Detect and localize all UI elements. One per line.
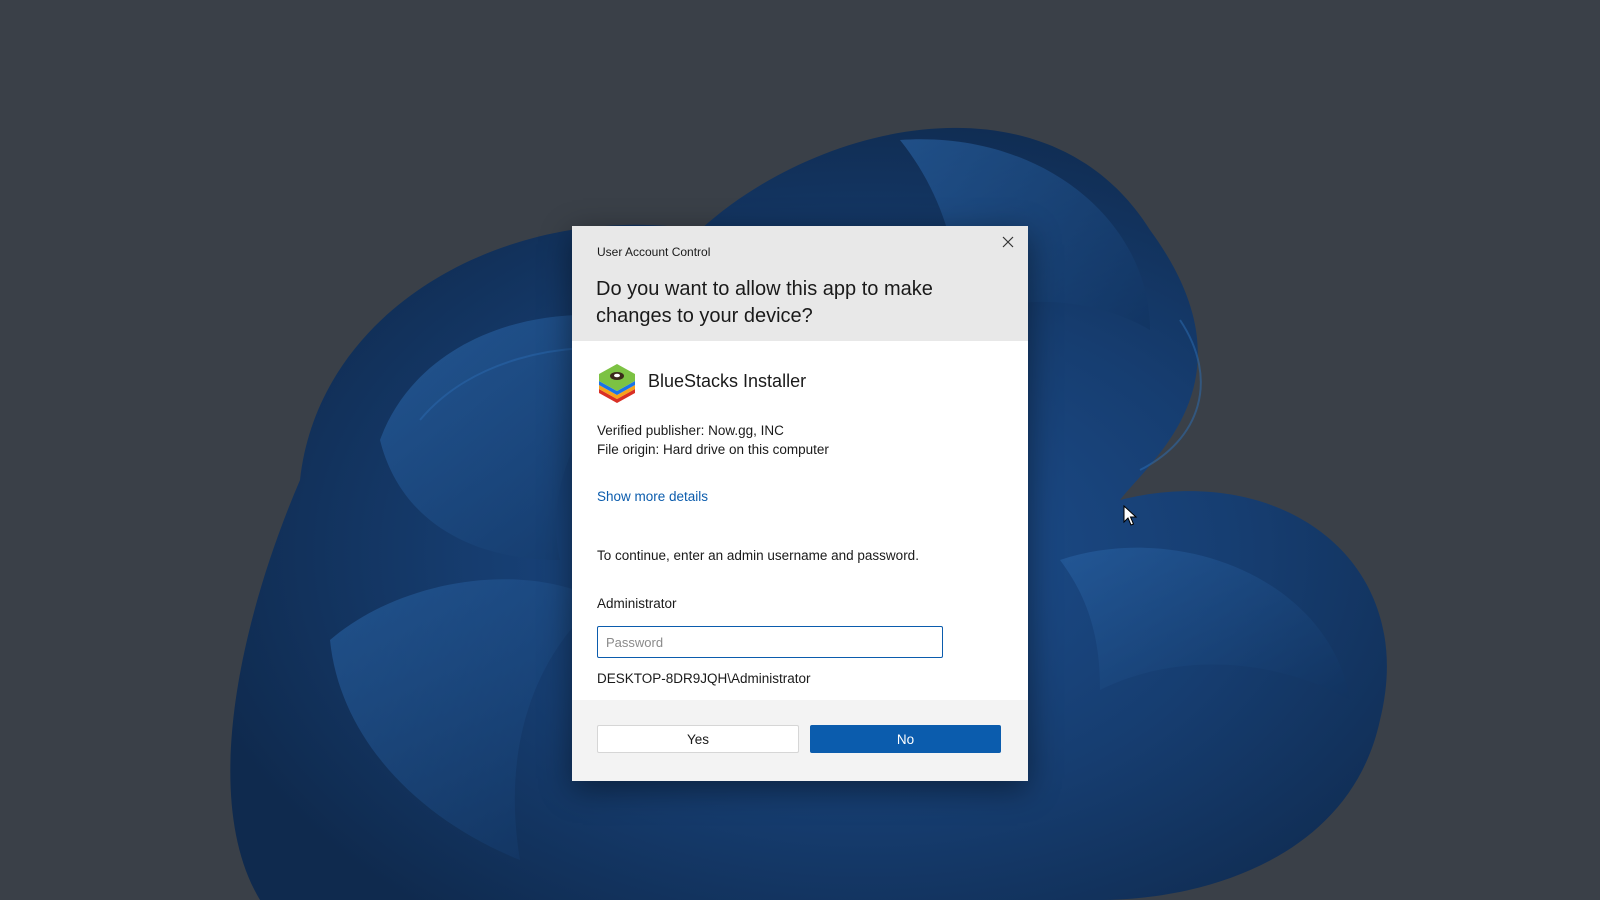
- verified-publisher: Verified publisher: Now.gg, INC: [597, 423, 784, 438]
- file-origin: File origin: Hard drive on this computer: [597, 442, 829, 457]
- credentials-instruction: To continue, enter an admin username and…: [597, 548, 919, 563]
- dialog-header: User Account Control Do you want to allo…: [572, 226, 1028, 341]
- show-more-details-link[interactable]: Show more details: [597, 489, 708, 504]
- yes-button[interactable]: Yes: [597, 725, 799, 753]
- close-icon: [1002, 236, 1014, 248]
- bluestacks-icon: [599, 364, 635, 403]
- no-button[interactable]: No: [810, 725, 1001, 753]
- admin-username: Administrator: [597, 596, 677, 611]
- uac-dialog: User Account Control Do you want to allo…: [572, 226, 1028, 781]
- dialog-footer: Yes No: [572, 700, 1028, 781]
- account-path: DESKTOP-8DR9JQH\Administrator: [597, 671, 811, 686]
- mouse-cursor-icon: [1123, 505, 1138, 526]
- dialog-title: User Account Control: [597, 245, 711, 259]
- app-name: BlueStacks Installer: [648, 371, 807, 391]
- close-button[interactable]: [992, 230, 1024, 254]
- password-input[interactable]: [597, 626, 943, 658]
- dialog-question: Do you want to allow this app to make ch…: [596, 278, 933, 327]
- desktop: User Account Control Do you want to allo…: [0, 0, 1600, 900]
